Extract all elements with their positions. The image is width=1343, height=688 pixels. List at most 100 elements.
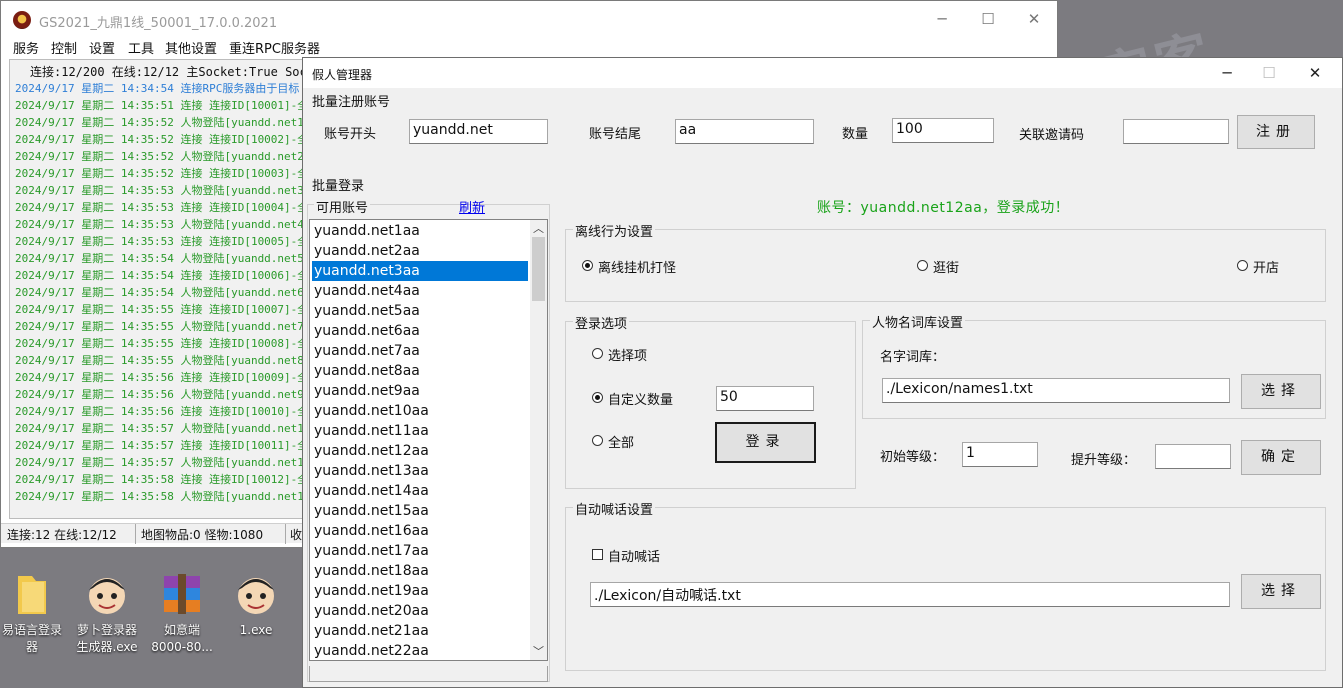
invite-code-label: 关联邀请码: [1019, 128, 1085, 143]
suffix-input[interactable]: aa: [675, 119, 814, 144]
status-recv: 收: [290, 528, 303, 542]
desktop-icon-folder[interactable]: 易语言登录 器: [0, 570, 68, 656]
log-line: 2024/9/17 星期二 14:35:54 人物登陆[yuandd.net5: [15, 252, 304, 265]
status-separator: [285, 524, 286, 544]
list-scrollbar[interactable]: ︿ ﹀: [530, 220, 547, 660]
account-list-item[interactable]: yuandd.net3aa: [312, 261, 528, 281]
status-map-info: 地图物品:0 怪物:1080: [141, 528, 264, 542]
option-all-label[interactable]: 全部: [608, 432, 634, 451]
name-lexicon-path-input[interactable]: ./Lexicon/names1.txt: [882, 378, 1230, 403]
custom-count-input[interactable]: 50: [716, 386, 814, 411]
name-lexicon-title: 人物名词库设置: [870, 312, 966, 331]
account-list-item[interactable]: yuandd.net2aa: [312, 241, 528, 261]
login-button[interactable]: 登录: [715, 422, 816, 463]
maximize-button[interactable]: ☐: [1246, 58, 1292, 88]
initial-level-input[interactable]: 1: [962, 442, 1038, 467]
list-horizontal-scrollbar[interactable]: [309, 666, 548, 682]
account-list-item[interactable]: yuandd.net19aa: [312, 581, 528, 601]
log-line: 2024/9/17 星期二 14:35:52 人物登陆[yuandd.net2: [15, 150, 304, 163]
register-button[interactable]: 注册: [1237, 115, 1315, 149]
account-list[interactable]: yuandd.net1aa yuandd.net2aa yuandd.net3aa y…: [309, 219, 548, 661]
account-list-item[interactable]: yuandd.net1aa: [312, 221, 528, 241]
available-accounts-label: 可用账号: [314, 197, 371, 216]
account-list-item[interactable]: yuandd.net20aa: [312, 601, 528, 621]
name-lexicon-label: 名字词库：: [880, 350, 946, 365]
offline-option-1-label[interactable]: 离线挂机打怪: [598, 257, 676, 276]
log-line: 2024/9/17 星期二 14:35:53 连接 连接ID[10005]-全: [15, 235, 309, 248]
close-button[interactable]: ✕: [1292, 58, 1338, 88]
account-list-item[interactable]: yuandd.net8aa: [312, 361, 528, 381]
account-list-item[interactable]: yuandd.net4aa: [312, 281, 528, 301]
minimize-button[interactable]: ─: [1204, 58, 1250, 88]
server-titlebar[interactable]: GS2021_九鼎1线_50001_17.0.0.2021 ─ ☐ ✕: [1, 1, 1057, 37]
account-list-item[interactable]: yuandd.net22aa: [312, 641, 528, 660]
desktop-icon-label: 1.exe: [239, 623, 273, 637]
offline-option-3-label[interactable]: 开店: [1253, 257, 1279, 276]
log-line: 2024/9/17 星期二 14:35:58 连接 连接ID[10012]-全: [15, 473, 309, 486]
upgrade-level-input[interactable]: [1155, 444, 1231, 469]
offline-option-2-radio[interactable]: [917, 260, 928, 271]
account-list-item[interactable]: yuandd.net11aa: [312, 421, 528, 441]
cartoon-face-icon: [83, 570, 131, 618]
name-lexicon-select-button[interactable]: 选择: [1241, 374, 1321, 409]
auto-shout-label[interactable]: 自动喊话: [608, 546, 660, 565]
menu-settings[interactable]: 设置: [89, 38, 115, 57]
option-custom-label[interactable]: 自定义数量: [608, 389, 673, 408]
account-list-item[interactable]: yuandd.net16aa: [312, 521, 528, 541]
account-list-item[interactable]: yuandd.net7aa: [312, 341, 528, 361]
account-list-item[interactable]: yuandd.net10aa: [312, 401, 528, 421]
bot-manager-titlebar[interactable]: 假人管理器 ─ ☐ ✕: [303, 58, 1342, 88]
account-list-item[interactable]: yuandd.net13aa: [312, 461, 528, 481]
account-list-item[interactable]: yuandd.net5aa: [312, 301, 528, 321]
menu-tools[interactable]: 工具: [128, 38, 154, 57]
log-line: 2024/9/17 星期二 14:35:53 连接 连接ID[10004]-全: [15, 201, 309, 214]
log-line: 2024/9/17 星期二 14:35:55 连接 连接ID[10008]-全: [15, 337, 309, 350]
option-select-radio[interactable]: [592, 348, 603, 359]
account-list-item[interactable]: yuandd.net15aa: [312, 501, 528, 521]
prefix-input[interactable]: yuandd.net: [409, 119, 548, 144]
account-list-item[interactable]: yuandd.net18aa: [312, 561, 528, 581]
offline-option-1-radio[interactable]: [582, 260, 593, 271]
menu-reconnect-rpc[interactable]: 重连RPC服务器: [229, 38, 320, 57]
offline-option-2-label[interactable]: 逛街: [933, 257, 959, 276]
confirm-level-button[interactable]: 确定: [1241, 440, 1321, 475]
desktop-icon-1exe[interactable]: 1.exe: [220, 570, 292, 639]
batch-register-label: 批量注册账号: [312, 95, 391, 110]
maximize-button[interactable]: ☐: [965, 1, 1011, 37]
close-button[interactable]: ✕: [1011, 1, 1057, 37]
bot-manager-window: 假人管理器 ─ ☐ ✕ 批量注册账号 账号开头 yuandd.net 账号结尾 …: [302, 57, 1343, 688]
option-custom-radio[interactable]: [592, 392, 603, 403]
offline-behavior-title: 离线行为设置: [573, 221, 656, 240]
option-select-label[interactable]: 选择项: [608, 345, 647, 364]
auto-shout-select-button[interactable]: 选择: [1241, 574, 1321, 609]
desktop-icon-luobo[interactable]: 萝卜登录器 生成器.exe: [71, 570, 143, 656]
offline-option-3-radio[interactable]: [1237, 260, 1248, 271]
prefix-label: 账号开头: [324, 127, 377, 142]
log-line: 2024/9/17 星期二 14:35:57 人物登陆[yuandd.net11: [15, 456, 309, 469]
menu-other-settings[interactable]: 其他设置: [165, 38, 217, 57]
account-list-item[interactable]: yuandd.net14aa: [312, 481, 528, 501]
menu-service[interactable]: 服务: [13, 38, 39, 57]
count-input[interactable]: 100: [892, 118, 994, 143]
account-list-item[interactable]: yuandd.net21aa: [312, 621, 528, 641]
invite-code-input[interactable]: [1123, 119, 1229, 144]
minimize-button[interactable]: ─: [919, 1, 965, 37]
account-list-item[interactable]: yuandd.net6aa: [312, 321, 528, 341]
option-all-radio[interactable]: [592, 435, 603, 446]
account-list-item[interactable]: yuandd.net17aa: [312, 541, 528, 561]
log-line: 2024/9/17 星期二 14:35:52 人物登陆[yuandd.net1: [15, 116, 304, 129]
login-options-title: 登录选项: [573, 313, 630, 332]
scroll-down-icon[interactable]: ﹀: [530, 643, 547, 660]
server-log[interactable]: 连接:12/200 在线:12/12 主Socket:True Socket状态…: [9, 59, 309, 519]
auto-shout-file-input[interactable]: ./Lexicon/自动喊话.txt: [590, 582, 1230, 607]
auto-shout-checkbox[interactable]: [592, 549, 603, 560]
scroll-up-icon[interactable]: ︿: [530, 220, 547, 237]
refresh-link[interactable]: 刷新: [459, 197, 485, 216]
account-list-item[interactable]: yuandd.net12aa: [312, 441, 528, 461]
log-line: 2024/9/17 星期二 14:35:57 人物登陆[yuandd.net10: [15, 422, 309, 435]
account-list-item[interactable]: yuandd.net9aa: [312, 381, 528, 401]
upgrade-level-label: 提升等级：: [1071, 453, 1137, 468]
desktop-icon-ruyi[interactable]: 如意端 8000-80...: [146, 570, 218, 656]
menu-control[interactable]: 控制: [51, 38, 77, 57]
scroll-thumb[interactable]: [532, 237, 545, 301]
